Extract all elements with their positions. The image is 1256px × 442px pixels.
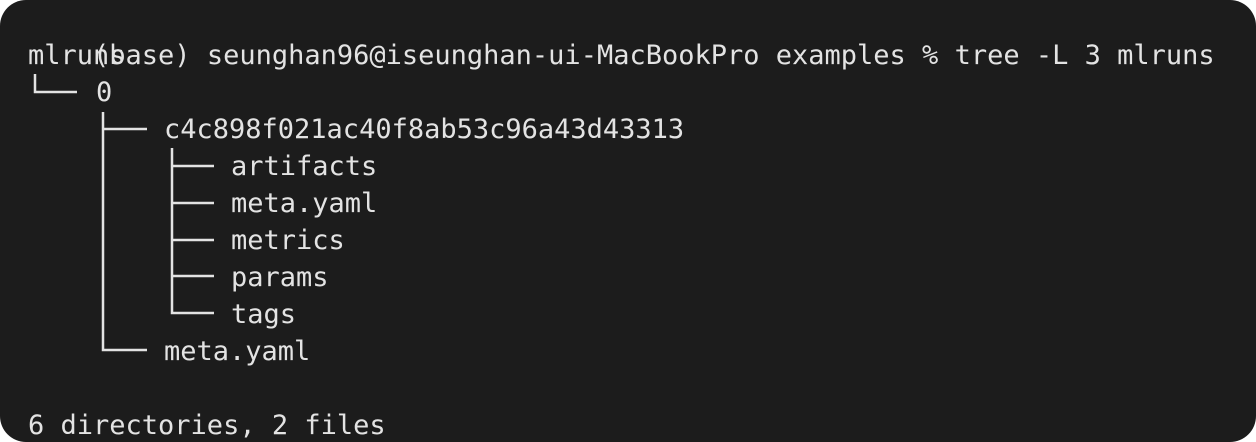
- tree-experiment-meta: meta.yaml: [164, 336, 311, 367]
- tree-run-child: params: [231, 262, 329, 293]
- terminal-window[interactable]: (base) seunghan96@iseunghan-ui-MacBookPr…: [0, 0, 1256, 442]
- shell-prompt: (base) seunghan96@iseunghan-ui-MacBookPr…: [93, 40, 955, 71]
- tree-root: mlruns: [28, 40, 126, 71]
- tree-summary: 6 directories, 2 files: [28, 410, 386, 441]
- tree-run-child: metrics: [231, 225, 345, 256]
- tree-experiment: 0: [96, 77, 113, 108]
- connector-0-trunk: [101, 112, 147, 352]
- tree-run-child: tags: [231, 299, 297, 330]
- prompt-line: (base) seunghan96@iseunghan-ui-MacBookPr…: [28, 0, 1215, 71]
- tree-run-child: artifacts: [231, 151, 378, 182]
- tree-run: c4c898f021ac40f8ab53c96a43d43313: [164, 114, 685, 145]
- tree-run-child: meta.yaml: [231, 188, 378, 219]
- connector-run-trunk: [170, 148, 214, 315]
- command-text: tree -L 3 mlruns: [954, 40, 1215, 71]
